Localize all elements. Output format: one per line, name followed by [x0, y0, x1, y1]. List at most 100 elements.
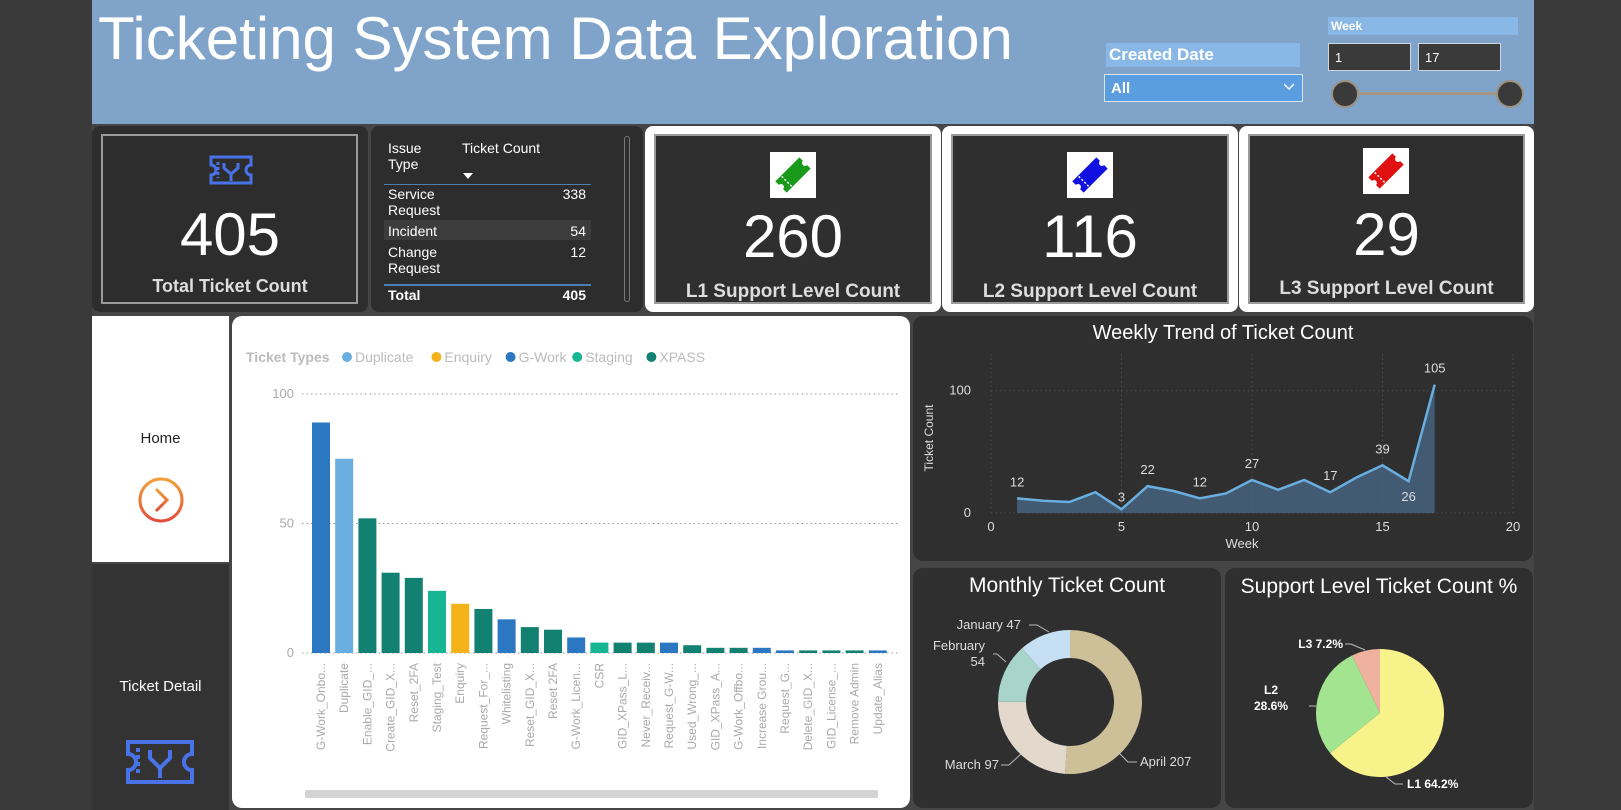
- matrix-row-type[interactable]: Service Request: [388, 186, 468, 218]
- x-tick-label: Increase Grou...: [755, 663, 769, 749]
- leader-line: [1345, 643, 1366, 651]
- created-date-dropdown[interactable]: All: [1104, 74, 1303, 102]
- chevron-down-icon: [1284, 83, 1294, 91]
- l3-count-value: 29: [1353, 201, 1420, 268]
- bar: [381, 572, 400, 653]
- x-tick-label: 0: [987, 519, 994, 534]
- matrix-row-count[interactable]: 338: [521, 186, 586, 202]
- legend-item: Enquiry: [444, 349, 491, 365]
- data-label: 39: [1375, 441, 1389, 456]
- x-tick-label: Enable_GID_...: [360, 663, 374, 745]
- week-max-input[interactable]: 17: [1418, 43, 1501, 71]
- bar: [451, 603, 470, 653]
- y-tick-label: 100: [272, 386, 294, 401]
- l3-support-card: 29 L3 Support Level Count: [1239, 126, 1534, 312]
- bar: [520, 627, 539, 653]
- total-ticket-card: 405 Total Ticket Count: [92, 126, 368, 312]
- l1-count-value: 260: [742, 203, 844, 270]
- ticket-icon: [209, 155, 253, 185]
- legend-dot: [505, 352, 516, 362]
- created-date-value: All: [1111, 80, 1131, 97]
- bar: [660, 642, 678, 653]
- x-tick-label: Duplicate: [337, 663, 351, 713]
- bar: [428, 590, 446, 653]
- x-tick-label: Update_Alias: [871, 663, 885, 734]
- data-label: 17: [1323, 468, 1337, 483]
- slice-label: L3 7.2%: [1298, 637, 1343, 651]
- x-tick-label: CSR: [592, 663, 606, 689]
- l2-count-value: 116: [1042, 203, 1138, 270]
- leader-line: [1001, 753, 1022, 766]
- x-tick-label: GID_XPass_L...: [616, 663, 630, 749]
- x-tick-label: Whitelisting: [500, 663, 514, 724]
- matrix-row-count[interactable]: 54: [521, 223, 586, 239]
- bar: [752, 647, 771, 653]
- x-tick-label: Request_G...: [778, 663, 792, 734]
- l1-support-card: 260 L1 Support Level Count: [645, 126, 941, 312]
- data-label: 3: [1118, 489, 1125, 504]
- week-slider-max-handle[interactable]: [1496, 80, 1524, 108]
- x-tick-label: Enquiry: [453, 663, 467, 704]
- monthly-ticket-panel: Monthly Ticket Count April 207 March 97 Fe…: [913, 568, 1221, 808]
- ticket-types-bar-chart[interactable]: Ticket Types Duplicate Enquiry G-Work Stagin…: [232, 316, 910, 808]
- x-tick-label: Never_Receiv...: [639, 663, 653, 747]
- leader-line: [1384, 775, 1403, 785]
- legend-item: G-Work: [519, 349, 568, 365]
- ticket-icon: [1067, 152, 1113, 198]
- monthly-ticket-donut-chart[interactable]: April 207 March 97 February54 January 47: [913, 568, 1221, 808]
- bar: [822, 650, 841, 653]
- x-tick-label: 20: [1506, 519, 1520, 534]
- bar: [706, 647, 725, 653]
- bar: [683, 645, 702, 653]
- matrix-row-type[interactable]: Change Request: [388, 244, 468, 276]
- week-slider-min-handle[interactable]: [1331, 80, 1359, 108]
- y-tick-label: 0: [287, 645, 294, 660]
- legend-dot: [572, 352, 583, 362]
- legend-dot: [431, 352, 442, 362]
- bar: [567, 637, 586, 653]
- x-tick-label: Remove Admin: [848, 663, 862, 744]
- bar: [799, 650, 818, 653]
- donut-slice: [998, 701, 1067, 774]
- matrix-scrollbar[interactable]: [624, 136, 630, 302]
- weekly-trend-chart[interactable]: 12 3 22 12 27 17 39 26 105 0 5 10 15 20 0 100 Week Ticket…: [913, 316, 1533, 561]
- matrix-header-issue-type[interactable]: Issue Type: [388, 140, 448, 172]
- legend-title: Ticket Types: [246, 349, 330, 365]
- bar: [312, 422, 330, 653]
- issue-type-matrix[interactable]: Issue Type Ticket Count Service Request …: [371, 126, 643, 312]
- slice-label: L1 64.2%: [1407, 777, 1459, 791]
- l3-count-label: L3 Support Level Count: [1279, 278, 1494, 299]
- week-filter-label: Week: [1328, 17, 1518, 35]
- data-label: 105: [1424, 361, 1446, 376]
- bar-chart-scrollbar[interactable]: [305, 790, 878, 798]
- total-ticket-label: Total Ticket Count: [152, 276, 308, 296]
- week-min-input[interactable]: 1: [1328, 43, 1411, 71]
- sort-desc-icon: [463, 173, 473, 179]
- bar: [497, 619, 516, 653]
- nav-home-label: Home: [140, 430, 181, 447]
- arrow-right-circle-icon: [138, 477, 184, 523]
- matrix-row-type[interactable]: Incident: [388, 223, 468, 239]
- week-slider-track[interactable]: [1345, 92, 1510, 95]
- x-tick-label: Delete_GID_X...: [801, 663, 815, 750]
- total-ticket-value: 405: [179, 201, 281, 268]
- matrix-row-count[interactable]: 12: [521, 244, 586, 260]
- nav-ticket-detail-label: Ticket Detail: [119, 678, 202, 695]
- bar: [544, 629, 562, 653]
- legend-item: Duplicate: [355, 349, 414, 365]
- x-tick-label: GID_XPass_A...: [708, 663, 722, 750]
- legend-dot: [646, 352, 657, 362]
- bar: [729, 647, 748, 653]
- slice-label: 28.6%: [1254, 699, 1288, 713]
- y-axis-label: Ticket Count: [922, 404, 936, 472]
- matrix-header-ticket-count[interactable]: Ticket Count: [462, 140, 540, 156]
- ticket-icon: [126, 740, 194, 784]
- nav-home-button[interactable]: Home: [92, 316, 229, 562]
- created-date-label: Created Date: [1106, 43, 1300, 67]
- support-level-pie-chart[interactable]: L1 64.2% L2 28.6% L3 7.2%: [1225, 568, 1533, 808]
- x-tick-label: Create_GID_X...: [384, 663, 398, 752]
- ticket-types-bar-chart-panel: Ticket Types Duplicate Enquiry G-Work Stagin…: [232, 316, 910, 808]
- ticket-icon: [770, 152, 816, 198]
- bar: [404, 577, 423, 653]
- nav-ticket-detail-button[interactable]: Ticket Detail: [92, 564, 229, 810]
